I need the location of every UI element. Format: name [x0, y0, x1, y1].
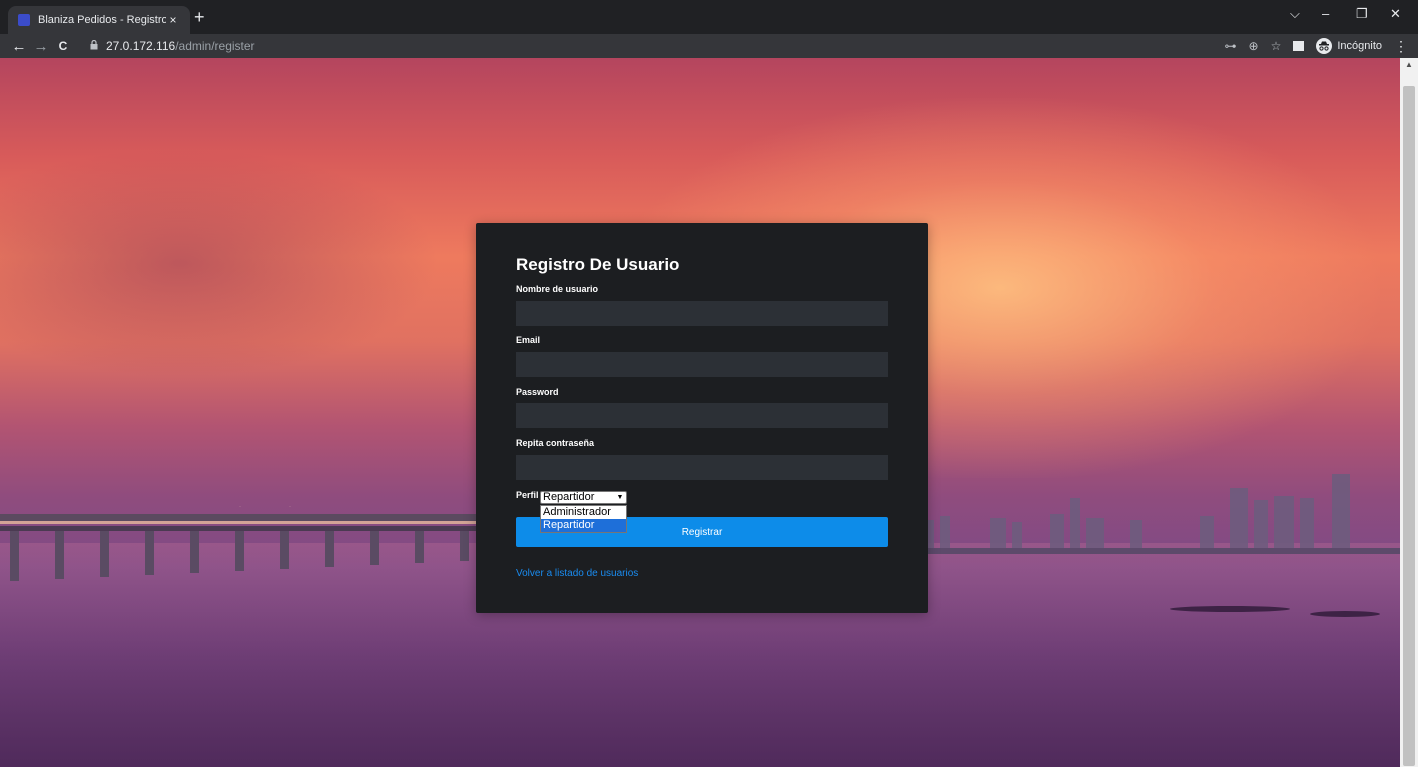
- side-panel-icon[interactable]: [1293, 41, 1305, 51]
- profile-option-repartidor[interactable]: Repartidor: [541, 519, 626, 532]
- url-path: /admin/register: [175, 39, 255, 53]
- profile-option-administrador[interactable]: Administrador: [541, 506, 626, 519]
- back-button[interactable]: ←: [8, 38, 30, 55]
- url-host: 27.0.172.116: [106, 39, 176, 53]
- scroll-up-arrow-icon[interactable]: ▲: [1400, 60, 1418, 69]
- toolbar-actions: ⊶ ⊕ ☆ Incógnito ⋮: [1225, 34, 1408, 58]
- browser-tab-bar: Blaniza Pedidos - Registro × + ⌵ – ❐ ✕: [0, 0, 1418, 34]
- email-label: Email: [516, 335, 541, 345]
- lock-icon: [90, 39, 98, 52]
- tab-search-icon[interactable]: ⌵: [1290, 6, 1300, 22]
- browser-menu-icon[interactable]: ⋮: [1394, 38, 1408, 55]
- back-to-users-link[interactable]: Volver a listado de usuarios: [516, 568, 638, 579]
- profile-select[interactable]: Repartidor ▼: [540, 491, 627, 504]
- forward-button[interactable]: →: [30, 38, 52, 55]
- confirm-password-input[interactable]: [516, 455, 888, 480]
- reload-button[interactable]: C: [52, 39, 74, 53]
- background-bridge-image: [0, 506, 480, 581]
- zoom-icon[interactable]: ⊕: [1249, 39, 1259, 53]
- background-city-skyline-image: [900, 474, 1400, 554]
- browser-tab-active[interactable]: Blaniza Pedidos - Registro ×: [8, 6, 190, 34]
- chevron-down-icon: ▼: [616, 494, 624, 501]
- password-input[interactable]: [516, 403, 888, 428]
- tab-title: Blaniza Pedidos - Registro: [38, 14, 166, 26]
- site-favicon-icon: [18, 14, 30, 26]
- password-label: Password: [516, 387, 559, 397]
- page-scrollbar[interactable]: ▲: [1400, 58, 1418, 767]
- scrollbar-thumb[interactable]: [1403, 86, 1415, 766]
- minimize-button[interactable]: –: [1322, 6, 1329, 21]
- profile-select-value: Repartidor: [543, 491, 595, 503]
- email-input[interactable]: [516, 352, 888, 377]
- close-window-button[interactable]: ✕: [1390, 6, 1401, 22]
- tab-close-icon[interactable]: ×: [166, 13, 180, 27]
- incognito-label: Incógnito: [1337, 40, 1382, 52]
- profile-dropdown-list: Administrador Repartidor: [540, 505, 627, 533]
- username-input[interactable]: [516, 301, 888, 326]
- background-islet: [1310, 611, 1380, 617]
- incognito-indicator[interactable]: Incógnito: [1316, 38, 1382, 54]
- form-title: Registro De Usuario: [516, 255, 680, 274]
- register-card: Registro De Usuario Nombre de usuario Em…: [476, 223, 928, 613]
- incognito-icon: [1316, 38, 1333, 54]
- browser-toolbar: ← → C 27.0.172.116 /admin/register ⊶ ⊕ ☆…: [0, 34, 1418, 58]
- new-tab-button[interactable]: +: [194, 8, 205, 26]
- confirm-password-label: Repita contraseña: [516, 438, 595, 448]
- password-key-icon[interactable]: ⊶: [1225, 39, 1237, 53]
- bookmark-star-icon[interactable]: ☆: [1271, 39, 1282, 53]
- profile-label: Perfil: [516, 490, 539, 500]
- restore-button[interactable]: ❐: [1356, 6, 1368, 22]
- background-cloud: [0, 148, 440, 378]
- address-bar[interactable]: 27.0.172.116 /admin/register: [84, 35, 1384, 57]
- username-label: Nombre de usuario: [516, 284, 599, 294]
- background-islet: [1170, 606, 1290, 612]
